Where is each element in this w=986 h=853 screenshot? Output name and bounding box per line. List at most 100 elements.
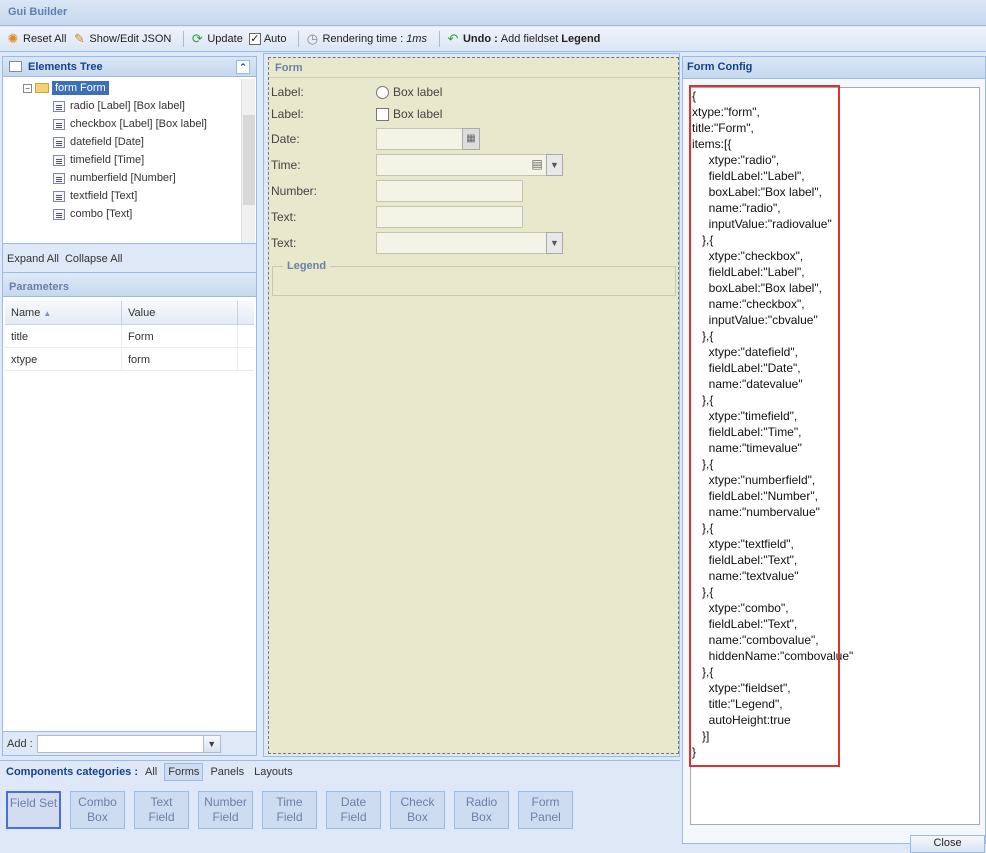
left-panel: Elements Tree ⌃ − form Form radio [Label… (2, 56, 257, 756)
folder-icon (35, 83, 49, 93)
category-panels[interactable]: Panels (207, 764, 247, 780)
tree-expand-bar: Expand All Collapse All (3, 243, 256, 273)
scrollbar-thumb[interactable] (243, 115, 255, 205)
combo-row: Text: ▼ (271, 232, 563, 254)
form-config-panel: Form Config { xtype:"form", title:"Form"… (682, 56, 986, 853)
category-forms[interactable]: Forms (164, 763, 204, 781)
tree-node[interactable]: timefield [Time] (3, 151, 256, 169)
tree-node[interactable]: numberfield [Number] (3, 169, 256, 187)
tree-node[interactable]: combo [Text] (3, 205, 256, 223)
number-field[interactable] (376, 180, 523, 202)
form-title: Form (269, 58, 678, 78)
clock-icon: ◷ (306, 31, 319, 46)
components-category-bar: Components categories : All Forms Panels… (0, 761, 680, 783)
elements-tree-header: Elements Tree ⌃ (3, 57, 256, 77)
calendar-icon[interactable]: ▦ (462, 128, 480, 150)
tree-scrollbar[interactable] (241, 79, 255, 243)
undo-button[interactable]: ↶ Undo : Add fieldset Legend (446, 31, 601, 46)
column-name-header[interactable]: Name ▲ (5, 301, 122, 324)
parameter-value[interactable]: form (122, 348, 238, 370)
radio-button[interactable] (376, 85, 389, 99)
chevron-down-icon[interactable]: ▼ (546, 154, 563, 176)
sort-asc-icon: ▲ (43, 309, 52, 318)
category-layouts[interactable]: Layouts (251, 764, 296, 780)
tree-node[interactable]: checkbox [Label] [Box label] (3, 115, 256, 133)
field-icon (53, 208, 65, 220)
auto-checkbox[interactable]: ✓ Auto (248, 33, 286, 45)
field-icon (53, 100, 65, 112)
component-button[interactable]: Date Field (326, 791, 381, 829)
main-toolbar: ✺ Reset All ✎ Show/Edit JSON ⟳ Update ✓ Auto… (0, 27, 986, 52)
fieldset-legend: Legend (283, 260, 331, 272)
collapse-icon[interactable]: ⌃ (236, 59, 250, 74)
column-value-header[interactable]: Value (122, 301, 238, 324)
tree-root-node[interactable]: − form Form (3, 79, 256, 97)
add-combo[interactable]: ▼ (36, 734, 221, 753)
parameter-value[interactable]: Form (122, 325, 238, 347)
category-all[interactable]: All (142, 764, 160, 780)
field-icon (53, 118, 65, 130)
tree-node[interactable]: radio [Label] [Box label] (3, 97, 256, 115)
number-row: Number: (271, 180, 523, 202)
component-button[interactable]: Time Field (262, 791, 317, 829)
parameters-grid-header: Name ▲ Value (5, 301, 254, 325)
close-button[interactable]: Close (910, 835, 985, 853)
form-preview[interactable]: Form Label: Box label Label: Box label D… (268, 57, 679, 754)
panel-icon (9, 61, 22, 72)
time-picker-icon[interactable]: ▤ (529, 157, 545, 172)
component-button[interactable]: Number Field (198, 791, 253, 829)
text-field[interactable] (376, 206, 523, 228)
component-button[interactable]: Field Set (6, 791, 61, 829)
radio-row: Label: Box label (271, 85, 443, 99)
date-row: Date: ▦ (271, 128, 480, 150)
reset-all-button[interactable]: ✺ Reset All (6, 31, 67, 46)
form-canvas: Form Label: Box label Label: Box label D… (263, 53, 680, 757)
parameters-header: Parameters (3, 277, 256, 297)
legend-fieldset[interactable]: Legend (272, 260, 676, 296)
rendering-time: ◷ Rendering time :1ms (306, 31, 427, 46)
checkbox[interactable] (376, 107, 389, 121)
parameter-name: xtype (5, 348, 122, 370)
tree-node[interactable]: textfield [Text] (3, 187, 256, 205)
field-icon (53, 172, 65, 184)
tree-minus-icon[interactable]: − (23, 83, 32, 93)
add-bar: Add : ▼ (3, 731, 256, 755)
date-field[interactable]: ▦ (376, 128, 480, 150)
form-config-title: Form Config (683, 57, 985, 79)
chevron-down-icon[interactable]: ▼ (202, 735, 220, 752)
toolbar-separator (298, 31, 300, 47)
undo-icon: ↶ (447, 31, 459, 46)
toolbar-separator (183, 31, 185, 47)
components-panel: Components categories : All Forms Panels… (0, 760, 680, 844)
show-edit-json-button[interactable]: ✎ Show/Edit JSON (72, 32, 171, 46)
update-button[interactable]: ⟳ Update (190, 31, 243, 46)
field-icon (53, 154, 65, 166)
time-row: Time: ▤ ▼ (271, 154, 563, 176)
reset-icon: ✺ (7, 31, 19, 46)
component-button[interactable]: Form Panel (518, 791, 573, 829)
component-buttons: Field Set Combo Box Text Field Number Field Tim… (0, 783, 680, 829)
toolbar-separator (438, 31, 440, 47)
parameter-row[interactable]: title Form (5, 325, 254, 348)
app-title: Gui Builder (0, 0, 986, 26)
collapse-all-link[interactable]: Collapse All (65, 253, 122, 265)
refresh-icon: ⟳ (191, 31, 203, 46)
parameter-row[interactable]: xtype form (5, 348, 254, 371)
component-button[interactable]: Radio Box (454, 791, 509, 829)
field-icon (53, 136, 65, 148)
tree-node[interactable]: datefield [Date] (3, 133, 256, 151)
text-row: Text: (271, 206, 523, 228)
component-button[interactable]: Text Field (134, 791, 189, 829)
checkbox-row: Label: Box label (271, 107, 443, 121)
elements-tree: − form Form radio [Label] [Box label] che… (3, 77, 256, 243)
expand-all-link[interactable]: Expand All (7, 253, 59, 265)
combo-field[interactable]: ▼ (376, 232, 563, 254)
component-button[interactable]: Check Box (390, 791, 445, 829)
checkbox-checked-icon: ✓ (248, 33, 261, 45)
component-button[interactable]: Combo Box (70, 791, 125, 829)
parameter-name: title (5, 325, 122, 347)
field-icon (53, 190, 65, 202)
time-field[interactable]: ▤ ▼ (376, 154, 563, 176)
edit-icon: ✎ (73, 31, 85, 46)
chevron-down-icon[interactable]: ▼ (546, 232, 563, 254)
